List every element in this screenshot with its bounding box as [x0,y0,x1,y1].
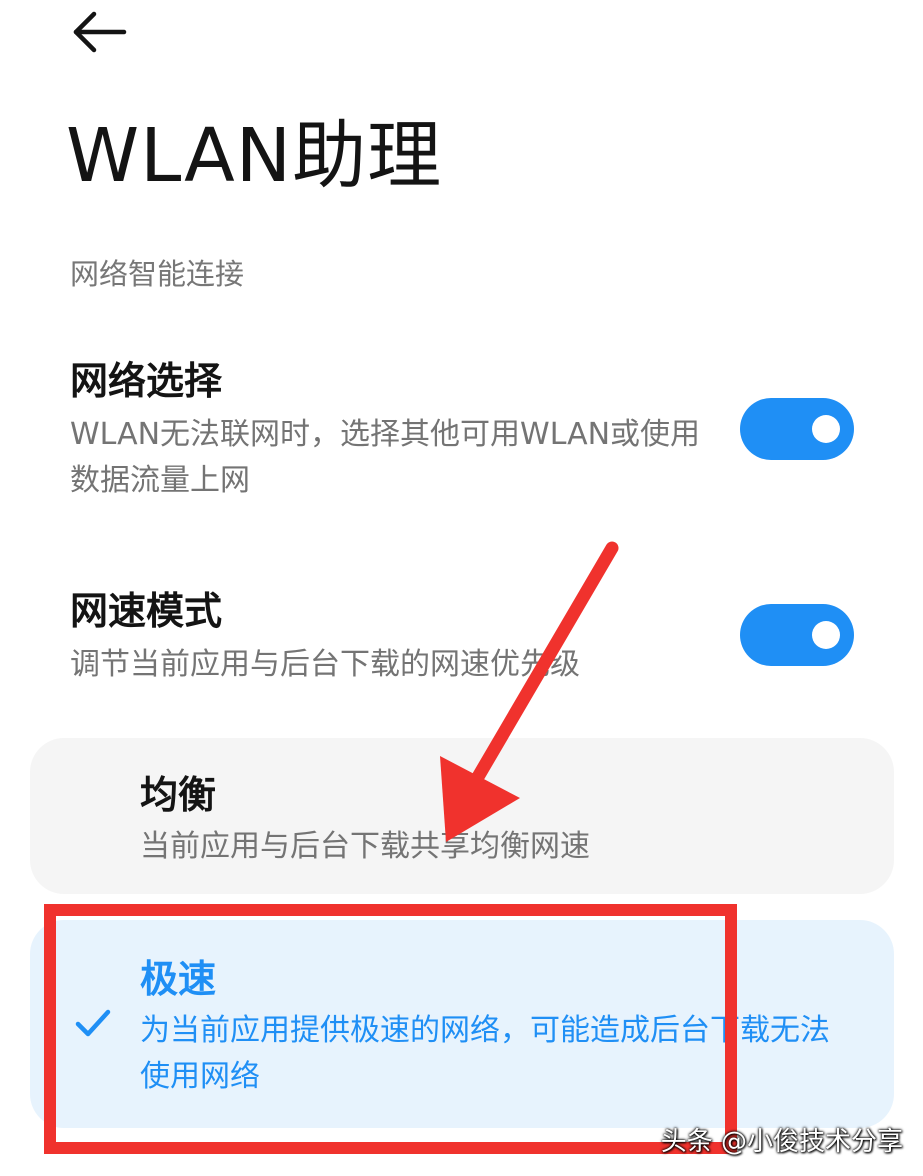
wlan-assistant-screen: WLAN助理 网络智能连接 网络选择 WLAN无法联网时，选择其他可用WLAN或… [0,0,923,1176]
setting-speed-mode[interactable]: 网速模式 调节当前应用与后台下载的网速优先级 [0,586,923,686]
setting-description: 调节当前应用与后台下载的网速优先级 [70,647,580,682]
option-title: 均衡 [140,773,217,817]
setting-title: 网络选择 [70,359,223,403]
network-selection-toggle[interactable] [740,398,854,460]
arrow-left-icon [73,11,127,53]
setting-network-selection[interactable]: 网络选择 WLAN无法联网时，选择其他可用WLAN或使用数据流量上网 [0,356,923,506]
speed-option-turbo[interactable]: 极速 为当前应用提供极速的网络，可能造成后台下载无法使用网络 [30,920,894,1128]
page-title: WLAN助理 [66,113,443,199]
speed-mode-toggle[interactable] [740,604,854,666]
option-description: 为当前应用提供极速的网络，可能造成后台下载无法使用网络 [140,1013,830,1094]
toggle-knob [812,621,840,649]
option-title: 极速 [140,957,217,1001]
option-description: 当前应用与后台下载共享均衡网速 [140,829,590,864]
toggle-knob [812,415,840,443]
check-icon [75,1009,111,1037]
watermark: 头条 @小俊技术分享 [660,1127,903,1157]
setting-description: WLAN无法联网时，选择其他可用WLAN或使用数据流量上网 [70,417,701,498]
speed-option-balanced[interactable]: 均衡 当前应用与后台下载共享均衡网速 [30,738,894,894]
setting-title: 网速模式 [70,589,223,633]
back-button[interactable] [66,6,130,58]
section-header: 网络智能连接 [70,257,245,291]
